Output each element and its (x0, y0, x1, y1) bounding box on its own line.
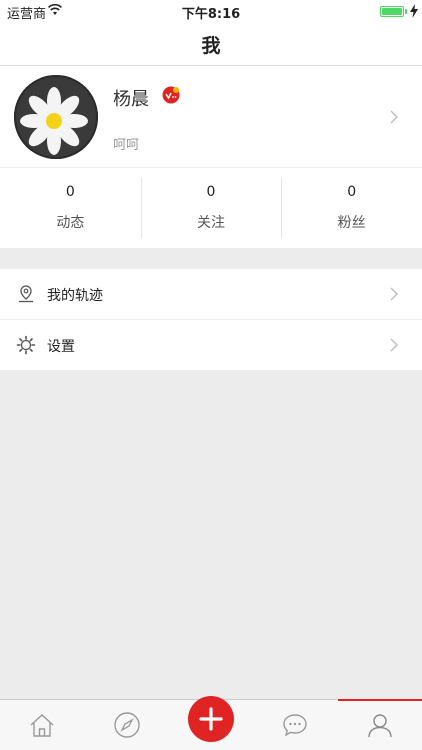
menu-item-settings[interactable]: 设置 (0, 320, 422, 371)
home-icon (30, 714, 54, 737)
compass-icon (113, 712, 140, 738)
stat-followers[interactable]: 0 粉丝 (281, 168, 422, 248)
stat-count: 0 (347, 184, 357, 200)
chevron-right-icon (390, 338, 398, 352)
chevron-right-icon (390, 287, 398, 301)
tab-home[interactable] (0, 700, 84, 750)
nav-bar: 我 (0, 22, 422, 66)
profile-name: 杨晨 (113, 89, 149, 110)
profile-signature: 呵呵 (113, 138, 140, 153)
charging-icon (410, 4, 418, 18)
tab-profile[interactable] (337, 699, 422, 750)
stat-count: 0 (65, 184, 75, 200)
page-title: 我 (201, 35, 221, 57)
menu-item-my-tracks[interactable]: 我的轨迹 (0, 269, 422, 320)
active-tab-indicator (337, 699, 422, 701)
tab-messages[interactable] (253, 700, 337, 750)
compose-button[interactable] (188, 696, 234, 742)
profile-card[interactable]: 杨晨 呵呵 (0, 66, 422, 168)
location-pin-icon (19, 285, 33, 303)
gear-icon (16, 335, 36, 355)
battery-icon (380, 6, 404, 17)
status-bar: 运营商 下午8:16 (0, 0, 422, 22)
avatar[interactable] (14, 75, 98, 159)
stat-label: 动态 (56, 215, 85, 231)
plus-icon (199, 707, 223, 731)
status-time: 下午8:16 (181, 7, 241, 22)
menu-item-label: 设置 (47, 339, 75, 355)
chevron-right-icon (390, 110, 398, 124)
chat-bubble-icon (283, 714, 308, 737)
daisy-avatar-image (14, 75, 98, 159)
menu-item-label: 我的轨迹 (47, 288, 103, 304)
profile-stats: 0 动态 0 关注 0 粉丝 (0, 168, 422, 248)
stat-posts[interactable]: 0 动态 (0, 168, 141, 248)
settings-menu: 我的轨迹 设置 (0, 269, 422, 371)
stat-following[interactable]: 0 关注 (140, 168, 282, 248)
vip-badge-icon (162, 86, 180, 104)
stat-count: 0 (206, 184, 216, 200)
user-icon (368, 714, 392, 738)
stat-label: 关注 (197, 215, 225, 231)
tab-discover[interactable] (84, 700, 168, 750)
stat-label: 粉丝 (337, 215, 366, 231)
